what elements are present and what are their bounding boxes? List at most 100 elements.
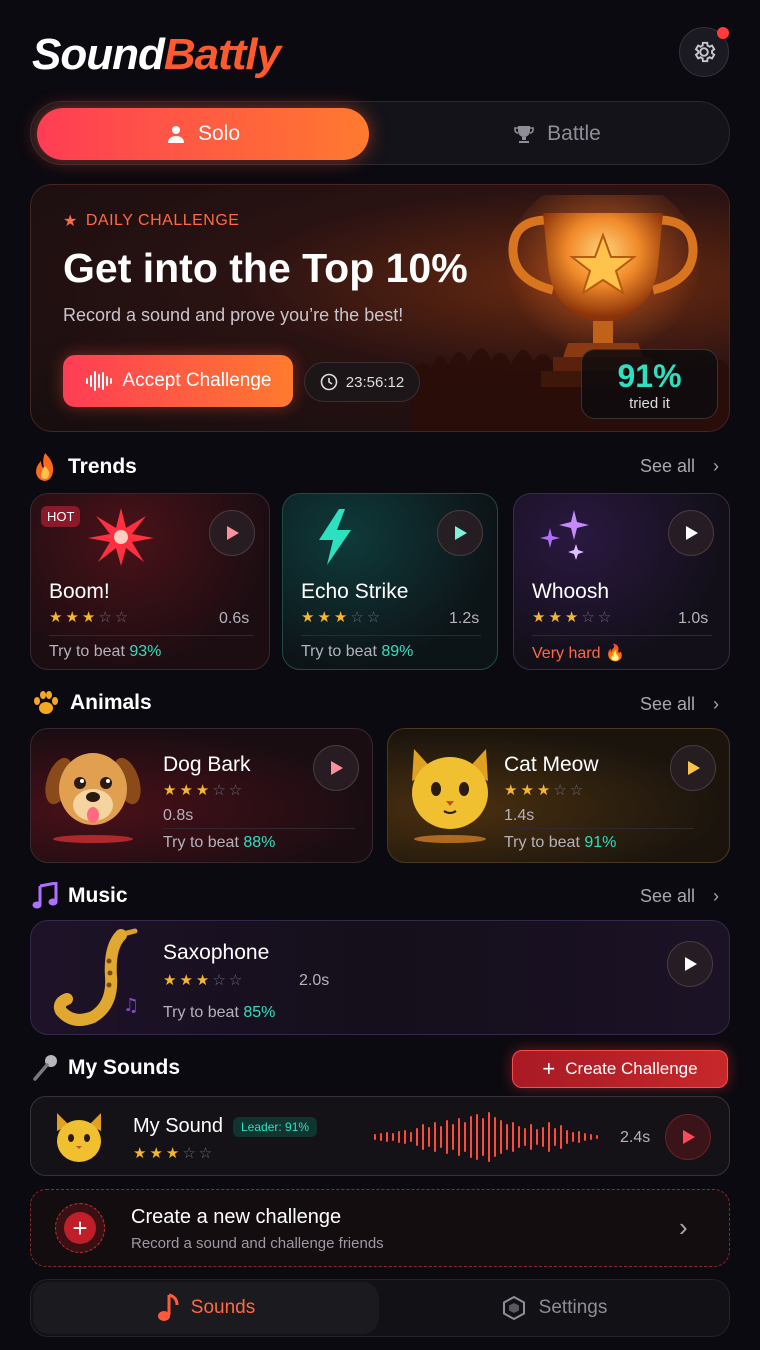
section-music-title: Music <box>32 882 128 910</box>
saxophone-icon: ♫ <box>53 928 139 1026</box>
section-animals-title: Animals <box>32 690 152 716</box>
rating-stars: ★★★☆☆ <box>504 782 587 799</box>
music-see-all[interactable]: See all › <box>640 886 719 907</box>
plus-icon: + <box>542 1056 556 1081</box>
hot-badge: HOT <box>41 506 81 527</box>
bottom-navigation: Sounds Settings <box>30 1279 730 1337</box>
sound-duration: 0.6s <box>219 610 250 627</box>
fire-icon <box>36 453 54 481</box>
hero-subtitle: Record a sound and prove you’re the best… <box>63 305 404 325</box>
sound-name: Boom! <box>49 580 110 603</box>
sound-name: My Sound <box>133 1115 224 1137</box>
beat-line: Try to beat 85% <box>163 1004 276 1021</box>
app-logo: SoundBattly <box>32 30 281 79</box>
music-card-saxophone[interactable]: ♫ Saxophone ★★★☆☆ 2.0s Try to beat 85% <box>30 920 730 1035</box>
lightning-icon <box>319 509 351 565</box>
play-icon <box>455 526 467 540</box>
rating-stars: ★★★☆☆ <box>532 609 615 626</box>
microphone-icon <box>33 1055 57 1081</box>
leader-badge: Leader: 91% <box>233 1117 318 1137</box>
sound-duration: 2.0s <box>299 972 330 989</box>
tried-percent-badge: 91% tried it <box>581 349 718 419</box>
sound-name: Saxophone <box>163 941 270 964</box>
play-button[interactable] <box>670 745 716 791</box>
difficulty-line: Very hard 🔥 <box>532 645 625 662</box>
mode-switch: Solo Battle <box>30 101 730 165</box>
play-icon <box>331 761 343 775</box>
sound-duration: 2.4s <box>620 1129 651 1146</box>
settings-button[interactable] <box>679 27 729 77</box>
cat-icon <box>412 749 488 843</box>
sound-name: Whoosh <box>532 580 610 603</box>
animals-see-all[interactable]: See all › <box>640 694 719 715</box>
new-challenge-subtitle: Record a sound and challenge friends <box>131 1235 384 1252</box>
chevron-right-icon: › <box>679 1212 688 1242</box>
sound-duration: 1.0s <box>678 610 709 627</box>
nav-settings[interactable]: Settings <box>381 1282 727 1334</box>
play-button[interactable] <box>668 510 714 556</box>
create-new-challenge-card[interactable]: + Create a new challenge Record a sound … <box>30 1189 730 1267</box>
user-icon <box>167 126 184 143</box>
chevron-right-icon: › <box>713 886 720 906</box>
beat-line: Try to beat 89% <box>301 643 414 660</box>
hero-title: Get into the Top 10% <box>63 245 468 291</box>
nav-sounds[interactable]: Sounds <box>33 1282 379 1334</box>
notification-dot <box>717 27 729 39</box>
tried-percent-label: tried it <box>629 395 670 412</box>
rating-stars: ★★★☆☆ <box>163 972 246 989</box>
rating-stars: ★★★☆☆ <box>49 609 132 626</box>
accept-challenge-button[interactable]: Accept Challenge <box>63 355 293 407</box>
sound-duration: 1.4s <box>504 807 535 824</box>
music-note-icon <box>157 1293 179 1321</box>
tab-battle[interactable]: Battle <box>391 108 723 160</box>
play-button[interactable] <box>437 510 483 556</box>
rating-stars: ★★★☆☆ <box>163 782 246 799</box>
fire-icon: 🔥 <box>604 645 625 662</box>
explosion-icon <box>88 508 154 566</box>
music-note-icon <box>32 882 58 909</box>
beat-line: Try to beat 91% <box>504 834 617 851</box>
sound-name: Dog Bark <box>163 753 251 776</box>
sound-duration: 0.8s <box>163 807 194 824</box>
beat-line: Try to beat 88% <box>163 834 276 851</box>
tab-battle-label: Battle <box>547 122 601 145</box>
animal-card-dog-bark[interactable]: Dog Bark ★★★☆☆ 0.8s Try to beat 88% <box>30 728 373 863</box>
tab-solo-label: Solo <box>197 122 241 145</box>
play-button[interactable] <box>209 510 255 556</box>
star-icon: ★ <box>63 213 78 230</box>
beat-line: Try to beat 93% <box>49 643 162 660</box>
create-challenge-button[interactable]: + Create Challenge <box>512 1050 728 1088</box>
section-my-sounds-title: My Sounds <box>32 1054 180 1082</box>
play-icon <box>688 761 700 775</box>
section-trends-title: Trends <box>32 452 137 482</box>
play-button[interactable] <box>665 1114 711 1160</box>
paw-icon <box>34 691 58 714</box>
trends-see-all[interactable]: See all › <box>640 456 719 477</box>
daily-challenge-tag: ★ DAILY CHALLENGE <box>63 212 240 230</box>
svg-text:♫: ♫ <box>123 995 139 1016</box>
chevron-right-icon: › <box>713 456 720 476</box>
trend-card-echo-strike[interactable]: Echo Strike ★★★☆☆ 1.2s Try to beat 89% <box>282 493 498 670</box>
trend-card-boom[interactable]: HOT Boom! ★★★☆☆ 0.6s Try to beat 93% <box>30 493 270 670</box>
trend-card-whoosh[interactable]: Whoosh ★★★☆☆ 1.0s Very hard 🔥 <box>513 493 730 670</box>
clock-icon <box>320 373 338 391</box>
animal-card-cat-meow[interactable]: Cat Meow ★★★☆☆ 1.4s Try to beat 91% <box>387 728 730 863</box>
challenge-timer: 23:56:12 <box>304 362 420 402</box>
rating-stars: ★★★☆☆ <box>133 1145 216 1162</box>
hexagon-settings-icon <box>502 1295 525 1321</box>
rating-stars: ★★★☆☆ <box>301 609 384 626</box>
tried-percent-value: 91% <box>617 358 682 394</box>
dog-icon <box>45 753 141 843</box>
trophy-icon <box>514 126 534 143</box>
sound-duration: 1.2s <box>449 610 480 627</box>
sound-name: Cat Meow <box>504 753 599 776</box>
gear-icon <box>694 41 716 63</box>
play-button[interactable] <box>667 941 713 987</box>
play-icon <box>227 526 239 540</box>
chevron-right-icon: › <box>713 694 720 714</box>
waveform-graphic <box>374 1112 598 1162</box>
tab-solo[interactable]: Solo <box>37 108 369 160</box>
add-challenge-button[interactable]: + <box>55 1203 105 1253</box>
my-sound-item[interactable]: My Sound Leader: 91% ★★★☆☆ 2.4s <box>30 1096 730 1176</box>
play-button[interactable] <box>313 745 359 791</box>
